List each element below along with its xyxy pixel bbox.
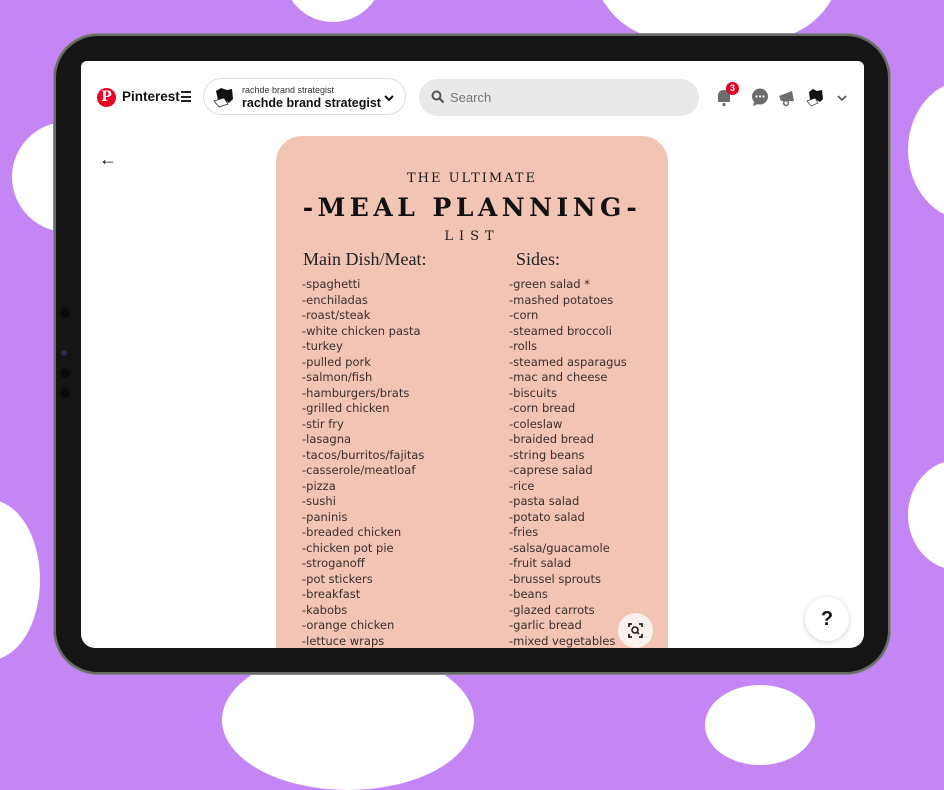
list-item: -hamburgers/brats — [302, 385, 410, 400]
list-item: -stir fry — [302, 416, 344, 431]
list-item: -lasagna — [302, 432, 352, 446]
chevron-down-icon[interactable] — [836, 93, 848, 103]
list-item: -mixed vegetables — [509, 633, 616, 648]
account-label: rachde brand strategist — [242, 85, 335, 95]
list-item: -salmon/fish — [302, 370, 373, 384]
list-item: -coleslaw — [509, 416, 563, 431]
list-item: -biscuits — [509, 385, 557, 400]
avatar — [213, 88, 233, 108]
pinterest-logo[interactable]: P — [97, 88, 116, 107]
notification-badge: 3 — [726, 82, 739, 95]
list-item: -grilled chicken — [302, 401, 390, 415]
list-item: -steamed broccoli — [509, 323, 612, 338]
list-item: -lettuce wraps — [302, 633, 385, 648]
brand-name[interactable]: Pinterest — [122, 89, 180, 104]
search-icon — [431, 90, 445, 104]
list-item: -caprese salad — [509, 463, 593, 477]
list-item: -beans — [509, 587, 548, 601]
main-dish-list: -spaghetti -enchiladas -roast/steak -white … — [302, 277, 424, 648]
bg-circle — [283, 0, 383, 22]
list-item: -turkey — [302, 339, 343, 353]
tablet-camera — [61, 350, 67, 356]
visual-search-button[interactable] — [618, 613, 653, 648]
browser-screen: P Pinterest rachde brand strategist rach… — [81, 61, 864, 648]
pin-image[interactable]: THE ULTIMATE -MEAL PLANNING- LIST Main D… — [276, 136, 668, 648]
main-dish-heading: Main Dish/Meat: — [303, 249, 427, 269]
list-item: -string beans — [509, 447, 585, 462]
list-item: -rice — [509, 478, 535, 493]
back-arrow-icon[interactable]: ← — [99, 149, 117, 170]
list-item: -kabobs — [302, 602, 348, 617]
list-item: -mac and cheese — [509, 370, 608, 384]
megaphone-icon[interactable] — [777, 87, 797, 107]
list-item: -pot stickers — [302, 571, 373, 586]
list-item: -sushi — [302, 494, 336, 508]
list-item: -corn — [509, 308, 539, 322]
pin-title-top: THE ULTIMATE — [406, 171, 538, 186]
list-item: -brussel sprouts — [509, 571, 601, 586]
tablet-sensor — [60, 368, 70, 378]
list-item: -glazed carrots — [509, 602, 595, 617]
help-button[interactable]: ? — [805, 597, 849, 641]
list-item: -salsa/guacamole — [509, 540, 610, 555]
bg-circle — [0, 500, 40, 660]
list-item: -breakfast — [302, 587, 361, 601]
visual-search-icon — [628, 623, 643, 638]
list-item: -mashed potatoes — [509, 292, 614, 307]
list-item: -braided bread — [509, 432, 594, 446]
pin-title-bottom: LIST — [444, 229, 500, 244]
menu-icon[interactable] — [181, 91, 191, 105]
top-nav: P Pinterest rachde brand strategist rach… — [81, 61, 864, 133]
pin-title-main: -MEAL PLANNING- — [302, 193, 642, 222]
list-item: -garlic bread — [509, 618, 582, 632]
list-item: -orange chicken — [302, 618, 395, 632]
list-item: -stroganoff — [302, 556, 365, 570]
account-name: rachde brand strategist — [242, 96, 381, 110]
list-item: -potato salad — [509, 509, 585, 524]
sides-heading: Sides: — [516, 249, 561, 269]
avatar[interactable] — [805, 87, 825, 107]
bg-circle — [908, 460, 944, 570]
list-item: -green salad * — [509, 277, 591, 291]
account-switcher[interactable]: rachde brand strategist rachde brand str… — [203, 78, 406, 115]
search-input[interactable]: Search — [419, 79, 699, 116]
list-item: -pulled pork — [302, 354, 371, 369]
search-placeholder: Search — [450, 90, 492, 105]
list-item: -roast/steak — [302, 308, 371, 322]
list-item: -fries — [509, 525, 539, 539]
list-item: -tacos/burritos/fajitas — [302, 447, 425, 462]
list-item: -rolls — [509, 339, 538, 353]
list-item: -breaded chicken — [302, 525, 402, 539]
chevron-down-icon — [384, 95, 394, 102]
list-item: -white chicken pasta — [302, 323, 421, 338]
list-item: -spaghetti — [302, 277, 361, 291]
sides-list: -green salad * -mashed potatoes -corn -stea… — [509, 277, 627, 648]
list-item: -pizza — [302, 478, 336, 493]
list-item: -fruit salad — [509, 556, 572, 570]
chat-icon[interactable] — [750, 87, 770, 107]
list-item: -chicken pot pie — [302, 540, 394, 555]
bg-circle — [705, 685, 815, 765]
list-item: -casserole/meatloaf — [302, 463, 416, 477]
list-item: -enchiladas — [302, 292, 368, 307]
list-item: -pasta salad — [509, 494, 580, 508]
bg-circle — [908, 80, 944, 220]
list-item: -paninis — [302, 509, 348, 524]
tablet-sensor — [60, 388, 70, 398]
list-item: -steamed asparagus — [509, 354, 627, 369]
list-item: -corn bread — [509, 401, 576, 415]
tablet-sensor — [60, 308, 70, 318]
